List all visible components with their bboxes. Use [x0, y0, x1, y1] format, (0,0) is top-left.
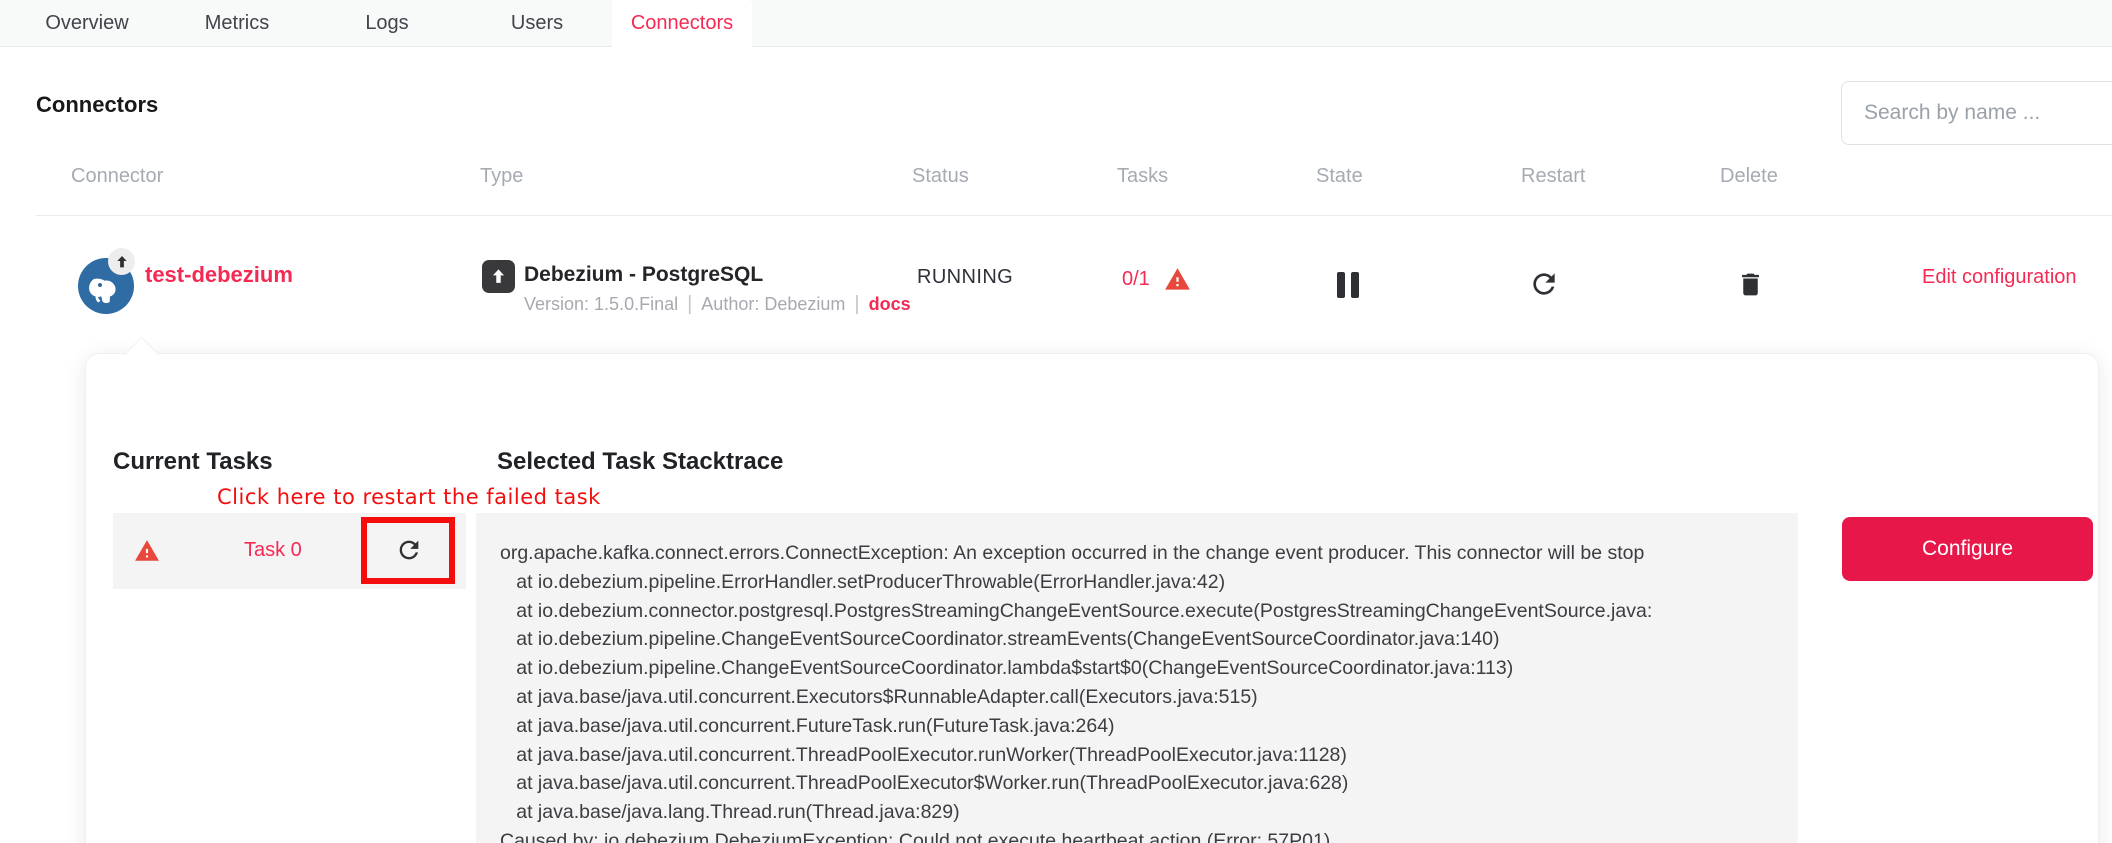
source-type-icon: [482, 260, 515, 293]
stacktrace-line: at java.base/java.util.concurrent.Future…: [500, 712, 1798, 741]
connector-type-name: Debezium - PostgreSQL: [524, 263, 763, 287]
connector-status: RUNNING: [917, 266, 1013, 289]
tab-overview[interactable]: Overview: [12, 0, 162, 46]
current-tasks-title: Current Tasks: [113, 448, 273, 476]
connectors-page: Overview Metrics Logs Users Connectors C…: [0, 0, 2112, 843]
meta-separator: |: [854, 293, 859, 316]
column-header-delete: Delete: [1720, 165, 1778, 188]
up-arrow-icon: [114, 254, 130, 270]
search-input[interactable]: [1841, 81, 2112, 145]
stacktrace-line: at java.base/java.lang.Thread.run(Thread…: [500, 798, 1798, 827]
connector-name-link[interactable]: test-debezium: [145, 262, 293, 288]
task-row[interactable]: Task 0: [113, 513, 466, 589]
restart-connector-button[interactable]: [1528, 268, 1560, 300]
connector-type-meta: Version: 1.5.0.Final | Author: Debezium …: [524, 293, 911, 316]
connector-detail-panel: Current Tasks Selected Task Stacktrace T…: [85, 353, 2099, 843]
connector-version: Version: 1.5.0.Final: [524, 294, 678, 315]
stacktrace-line: at io.debezium.pipeline.ChangeEventSourc…: [500, 625, 1798, 654]
column-header-type: Type: [480, 165, 523, 188]
pause-connector-button[interactable]: [1337, 272, 1359, 298]
stacktrace-line: at io.debezium.pipeline.ErrorHandler.set…: [500, 568, 1798, 597]
delete-connector-button[interactable]: [1736, 270, 1765, 299]
warning-icon: [1164, 266, 1191, 293]
stacktrace-panel: org.apache.kafka.connect.errors.ConnectE…: [476, 513, 1798, 843]
tab-logs[interactable]: Logs: [312, 0, 462, 46]
panel-notch: [124, 337, 159, 372]
header-divider: [36, 215, 2112, 216]
docs-link[interactable]: docs: [869, 294, 911, 315]
up-arrow-icon: [489, 267, 508, 286]
stacktrace-line: at java.base/java.util.concurrent.Execut…: [500, 683, 1798, 712]
edit-configuration-link[interactable]: Edit configuration: [1922, 266, 2077, 289]
restart-task-button[interactable]: [395, 536, 423, 564]
connector-author: Author: Debezium: [701, 294, 845, 315]
stacktrace-line: at java.base/java.util.concurrent.Thread…: [500, 741, 1798, 770]
source-connector-badge: [108, 248, 135, 275]
tab-connectors[interactable]: Connectors: [612, 0, 752, 46]
tab-metrics[interactable]: Metrics: [162, 0, 312, 46]
stacktrace-line: at io.debezium.pipeline.ChangeEventSourc…: [500, 654, 1798, 683]
task-label: Task 0: [244, 539, 302, 562]
configure-button[interactable]: Configure: [1842, 517, 2093, 581]
meta-separator: |: [687, 293, 692, 316]
stacktrace-title: Selected Task Stacktrace: [497, 448, 783, 476]
stacktrace-line: at java.base/java.util.concurrent.Thread…: [500, 769, 1798, 798]
task-warning-icon: [134, 538, 160, 564]
column-header-tasks: Tasks: [1117, 165, 1168, 188]
column-header-state: State: [1316, 165, 1363, 188]
tab-users[interactable]: Users: [462, 0, 612, 46]
stacktrace-line: Caused by: io.debezium.DebeziumException…: [500, 827, 1798, 843]
stacktrace-line: org.apache.kafka.connect.errors.ConnectE…: [500, 539, 1798, 568]
top-nav: Overview Metrics Logs Users Connectors: [0, 0, 2112, 47]
column-header-restart: Restart: [1521, 165, 1585, 188]
tasks-ratio: 0/1: [1122, 268, 1150, 291]
stacktrace-line: at io.debezium.connector.postgresql.Post…: [500, 597, 1798, 626]
page-title: Connectors: [36, 92, 158, 118]
column-header-status: Status: [912, 165, 969, 188]
tasks-cell: 0/1: [1122, 266, 1191, 293]
column-header-connector: Connector: [71, 165, 163, 188]
